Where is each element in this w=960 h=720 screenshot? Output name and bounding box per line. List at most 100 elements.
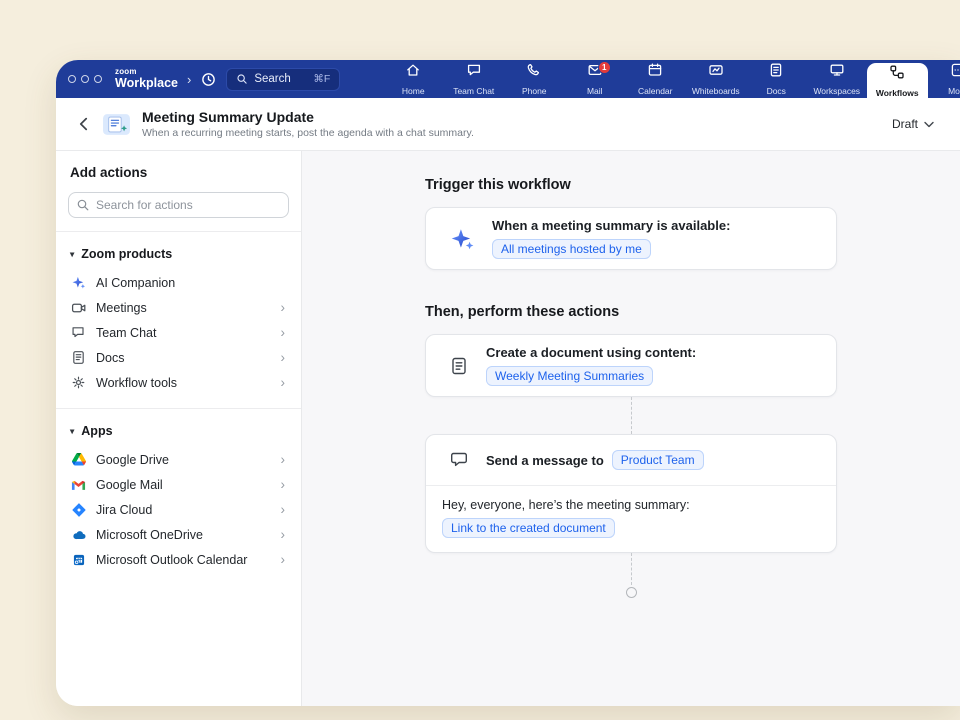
history-button[interactable] xyxy=(200,71,217,88)
chevron-right-icon: › xyxy=(281,301,286,315)
chevron-down-icon xyxy=(924,121,934,128)
nav-item-workspaces[interactable]: Workspaces xyxy=(807,60,868,98)
trigger-scope-chip[interactable]: All meetings hosted by me xyxy=(492,239,651,259)
sidebar-heading: Add actions xyxy=(70,165,287,180)
nav-item-label: More xyxy=(948,86,960,96)
sidebar-item-label: Docs xyxy=(96,351,124,365)
status-dropdown[interactable]: Draft xyxy=(892,117,934,131)
nav-item-label: Team Chat xyxy=(453,86,494,96)
window-control-minimize[interactable] xyxy=(81,75,89,83)
ai-companion-sparkle-icon xyxy=(449,226,475,252)
chevron-right-icon: › xyxy=(281,351,286,365)
nav-item-whiteboards[interactable]: Whiteboards xyxy=(686,60,747,98)
add-step-node[interactable] xyxy=(626,587,637,598)
nav-item-mail[interactable]: 1 Mail xyxy=(565,60,626,98)
chevron-right-icon: › xyxy=(281,326,286,340)
workflow-body: Add actions ▾ Zoom products xyxy=(56,151,960,706)
chevron-right-icon: › xyxy=(281,553,286,567)
document-link-chip[interactable]: Link to the created document xyxy=(442,518,615,538)
trigger-card[interactable]: When a meeting summary is available: All… xyxy=(425,207,837,270)
team-chat-icon xyxy=(70,325,87,340)
workflow-template-icon xyxy=(102,112,131,137)
section-apps[interactable]: ▾ Apps xyxy=(68,422,289,447)
sidebar-item-google-mail[interactable]: Google Mail › xyxy=(68,472,289,497)
nav-item-more[interactable]: More xyxy=(928,60,960,98)
sidebar-item-google-drive[interactable]: Google Drive › xyxy=(68,447,289,472)
nav-item-calendar[interactable]: Calendar xyxy=(625,60,686,98)
chevron-right-icon: › xyxy=(281,478,286,492)
nav-item-home[interactable]: Home xyxy=(383,60,444,98)
search-label: Search xyxy=(254,73,290,85)
chevron-right-icon: › xyxy=(281,503,286,517)
workspaces-icon xyxy=(829,62,845,83)
recipient-chip[interactable]: Product Team xyxy=(612,450,704,470)
sidebar-item-label: Google Drive xyxy=(96,453,169,467)
sidebar-item-label: Microsoft Outlook Calendar xyxy=(96,553,247,567)
search-icon xyxy=(236,73,248,85)
dashed-connector xyxy=(631,553,632,585)
nav-item-label: Workflows xyxy=(876,88,919,98)
nav-item-phone[interactable]: Phone xyxy=(504,60,565,98)
chevron-right-icon: › xyxy=(281,453,286,467)
workflows-icon xyxy=(889,64,905,85)
global-search[interactable]: Search ⌘F xyxy=(226,68,340,91)
send-message-content: Send a message to Product Team xyxy=(486,450,704,470)
window-control-maximize[interactable] xyxy=(94,75,102,83)
page-title: Meeting Summary Update xyxy=(142,109,474,125)
message-body-text: Hey, everyone, here’s the meeting summar… xyxy=(442,498,820,512)
section-label: Zoom products xyxy=(81,247,172,261)
sidebar-item-label: Meetings xyxy=(96,301,147,315)
page-subtitle: When a recurring meeting starts, post th… xyxy=(142,127,474,139)
team-chat-icon xyxy=(466,62,482,83)
search-icon xyxy=(76,198,90,212)
back-button[interactable] xyxy=(76,115,91,133)
actions-heading: Then, perform these actions xyxy=(425,304,837,320)
chevron-left-icon xyxy=(78,117,89,131)
sidebar-item-microsoft-onedrive[interactable]: Microsoft OneDrive › xyxy=(68,522,289,547)
caret-down-icon: ▾ xyxy=(70,250,74,259)
document-content-chip[interactable]: Weekly Meeting Summaries xyxy=(486,366,653,386)
actions-search xyxy=(68,192,289,218)
sidebar-item-workflow-tools[interactable]: Workflow tools › xyxy=(68,370,289,395)
sidebar-item-label: AI Companion xyxy=(96,276,175,290)
nav-item-label: Whiteboards xyxy=(692,86,740,96)
docs-icon xyxy=(768,62,784,83)
sidebar-item-label: Microsoft OneDrive xyxy=(96,528,203,542)
window-control-close[interactable] xyxy=(68,75,76,83)
sidebar-item-ai-companion[interactable]: AI Companion xyxy=(68,270,289,295)
workflow-header: Meeting Summary Update When a recurring … xyxy=(56,98,960,151)
chevron-right-icon: › xyxy=(281,376,286,390)
send-message-text: Send a message to xyxy=(486,453,604,468)
sidebar-item-jira-cloud[interactable]: Jira Cloud › xyxy=(68,497,289,522)
flow-column: Trigger this workflow When a meeting sum… xyxy=(425,177,837,598)
zoom-workplace-window: zoom Workplace › Search ⌘F xyxy=(56,60,960,706)
chevron-right-icon: › xyxy=(281,528,286,542)
section-zoom-products[interactable]: ▾ Zoom products xyxy=(68,245,289,270)
actions-search-input[interactable] xyxy=(68,192,289,218)
trigger-text: When a meeting summary is available: xyxy=(492,218,730,233)
docs-icon xyxy=(70,350,87,365)
send-message-card[interactable]: Send a message to Product Team Hey, ever… xyxy=(425,434,837,553)
meetings-video-icon xyxy=(70,300,87,316)
trigger-heading: Trigger this workflow xyxy=(425,177,837,193)
sidebar-item-label: Team Chat xyxy=(96,326,156,340)
sidebar-item-docs[interactable]: Docs › xyxy=(68,345,289,370)
dashed-connector xyxy=(631,397,632,434)
nav-item-workflows[interactable]: Workflows xyxy=(867,63,928,98)
nav-item-label: Mail xyxy=(587,86,603,96)
window-controls[interactable] xyxy=(68,75,102,83)
google-mail-icon xyxy=(70,479,87,491)
nav-item-docs[interactable]: Docs xyxy=(746,60,807,98)
sidebar-item-team-chat[interactable]: Team Chat › xyxy=(68,320,289,345)
sidebar-item-microsoft-outlook-calendar[interactable]: Microsoft Outlook Calendar › xyxy=(68,547,289,572)
create-document-card[interactable]: Create a document using content: Weekly … xyxy=(425,334,837,397)
nav-expand-chevron-icon[interactable]: › xyxy=(187,73,191,86)
sidebar-item-meetings[interactable]: Meetings › xyxy=(68,295,289,320)
search-shortcut: ⌘F xyxy=(313,73,330,85)
nav-items: Home Team Chat Phone xyxy=(383,60,960,98)
nav-item-team-chat[interactable]: Team Chat xyxy=(444,60,505,98)
history-clock-icon xyxy=(200,71,217,88)
nav-item-label: Docs xyxy=(767,86,786,96)
nav-item-label: Workspaces xyxy=(813,86,860,96)
message-body: Hey, everyone, here’s the meeting summar… xyxy=(426,485,836,552)
